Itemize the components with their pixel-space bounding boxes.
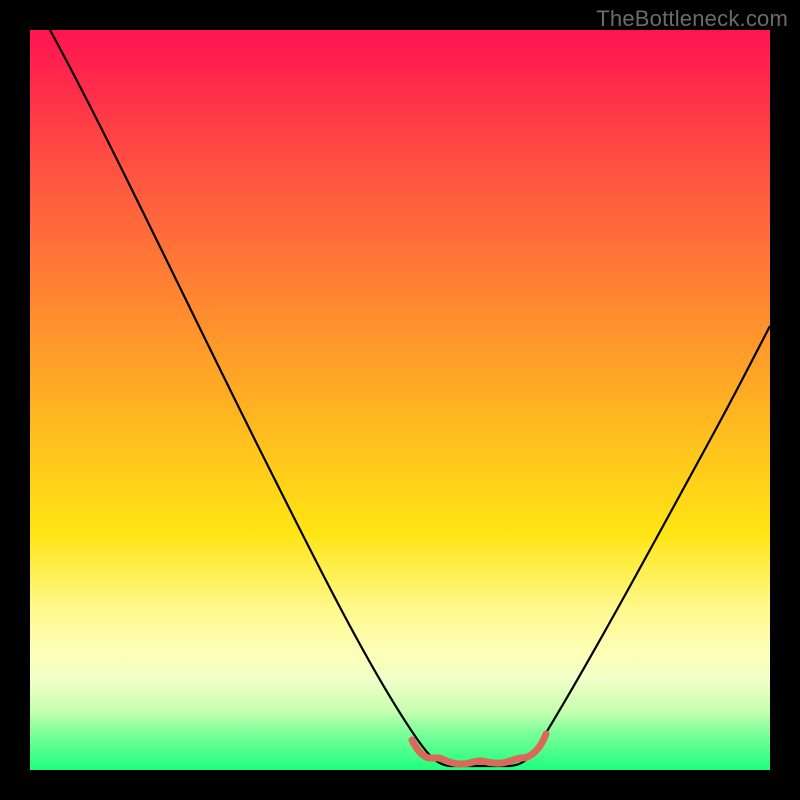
plot-area	[30, 30, 770, 770]
chart-svg	[30, 30, 770, 770]
watermark-text: TheBottleneck.com	[596, 6, 788, 32]
bottleneck-curve	[50, 30, 770, 766]
chart-frame: TheBottleneck.com	[0, 0, 800, 800]
optimal-zone-curve	[412, 734, 546, 764]
